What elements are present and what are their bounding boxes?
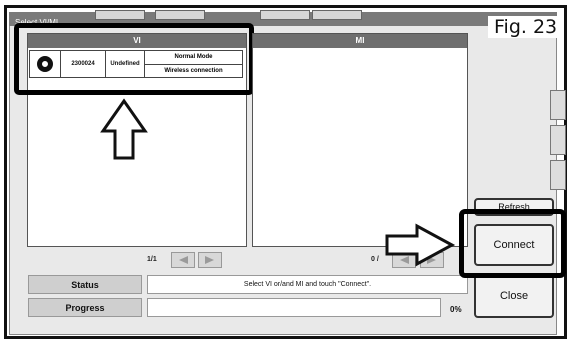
outline-arrow-up-icon: [100, 98, 148, 160]
outline-arrow-right-icon: [385, 223, 456, 267]
callout-arrows: [100, 98, 456, 267]
